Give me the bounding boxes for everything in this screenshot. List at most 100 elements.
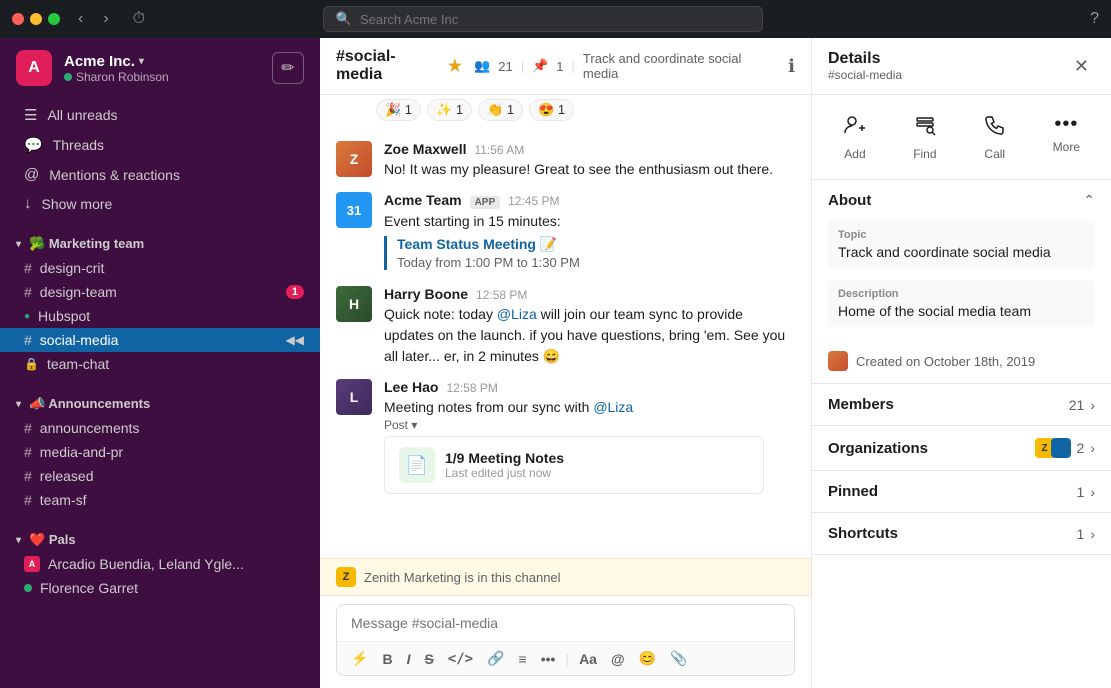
attachment-button[interactable]: 📎: [664, 646, 693, 671]
details-title: Details: [828, 50, 902, 68]
about-content: Topic Track and coordinate social media …: [812, 221, 1111, 351]
list-button[interactable]: ≡: [513, 647, 533, 671]
liza-mention[interactable]: @Liza: [497, 306, 537, 322]
sidebar-item-announcements[interactable]: # announcements: [0, 416, 320, 440]
created-text: Created on October 18th, 2019: [856, 354, 1035, 369]
pinned-right: 1 ›: [1077, 484, 1095, 500]
strikethrough-button[interactable]: S: [418, 647, 439, 671]
harry-message-text: Quick note: today @Liza will join our te…: [384, 304, 795, 367]
back-button[interactable]: ‹: [72, 8, 89, 30]
sidebar-item-released[interactable]: # released: [0, 464, 320, 488]
hash-icon: #: [24, 444, 32, 460]
members-label: Members: [828, 396, 894, 413]
description-value: Home of the social media team: [838, 303, 1085, 319]
add-action[interactable]: Add: [831, 107, 879, 167]
forward-button[interactable]: ›: [97, 8, 114, 30]
creator-avatar: [828, 351, 848, 371]
sidebar-item-all-unreads[interactable]: ☰ All unreads: [16, 102, 304, 128]
minimize-traffic-light[interactable]: [30, 13, 42, 25]
sidebar-section-pals: ▾ ❤️ Pals A Arcadio Buendia, Leland Ygle…: [0, 520, 320, 608]
find-action[interactable]: Find: [901, 107, 949, 167]
sidebar-item-mentions[interactable]: @ Mentions & reactions: [16, 162, 304, 187]
acme-avatar: 31: [336, 192, 372, 228]
organizations-label: Organizations: [828, 440, 928, 457]
lee-message-header: Lee Hao 12:58 PM: [384, 379, 795, 395]
sidebar-item-team-sf[interactable]: # team-sf: [0, 488, 320, 512]
sidebar-item-florence[interactable]: Florence Garret: [0, 576, 320, 600]
link-button[interactable]: 🔗: [481, 646, 510, 671]
workspace-name[interactable]: Acme Inc. ▾: [64, 53, 260, 70]
description-label: Description: [838, 288, 1085, 300]
main-content: A Acme Inc. ▾ Sharon Robinson ✏ ☰ All un…: [0, 38, 1111, 688]
add-label: Add: [844, 147, 865, 161]
pals-section-header[interactable]: ▾ ❤️ Pals: [0, 528, 320, 552]
sidebar: A Acme Inc. ▾ Sharon Robinson ✏ ☰ All un…: [0, 38, 320, 688]
organizations-row[interactable]: Organizations Z 2 ›: [812, 426, 1111, 471]
nav-buttons: ‹ ›: [72, 8, 115, 30]
history-button[interactable]: ⏱: [127, 8, 151, 30]
sidebar-item-hubspot[interactable]: ● Hubspot: [0, 304, 320, 328]
search-input[interactable]: [360, 12, 750, 27]
topic-value: Track and coordinate social media: [838, 244, 1085, 260]
shortcuts-chevron-icon: ›: [1090, 526, 1095, 542]
sidebar-item-media-and-pr[interactable]: # media-and-pr: [0, 440, 320, 464]
emoji-button[interactable]: 😊: [633, 646, 662, 671]
sidebar-item-arcadio[interactable]: A Arcadio Buendia, Leland Ygle...: [0, 552, 320, 576]
sidebar-section-announcements: ▾ 📣 Announcements # announcements # medi…: [0, 384, 320, 520]
marketing-section-header[interactable]: ▾ 🥦 Marketing team: [0, 232, 320, 256]
reaction-party[interactable]: 🎉 1: [376, 99, 421, 121]
details-close-button[interactable]: ✕: [1068, 54, 1095, 79]
liza-mention-2[interactable]: @Liza: [593, 399, 633, 415]
members-row[interactable]: Members 21 ›: [812, 384, 1111, 426]
meeting-link[interactable]: Team Status Meeting 📝: [397, 236, 795, 253]
call-action[interactable]: Call: [971, 107, 1019, 167]
sidebar-item-design-team[interactable]: # design-team 1: [0, 280, 320, 304]
reaction-heart-eyes[interactable]: 😍 1: [529, 99, 574, 121]
online-status-dot: [64, 73, 72, 81]
help-button[interactable]: ?: [1090, 10, 1099, 28]
reaction-clap[interactable]: 👏 1: [478, 99, 523, 121]
compose-button[interactable]: ✏: [272, 52, 304, 84]
about-section-header[interactable]: About ⌃: [812, 180, 1111, 221]
chat-header: #social-media ★ 👥 21 | 📌 1 | Track and c…: [320, 38, 811, 95]
sidebar-nav: ☰ All unreads 💬 Threads @ Mentions & rea…: [0, 98, 320, 224]
sidebar-item-team-chat[interactable]: 🔒 team-chat: [0, 352, 320, 376]
code-button[interactable]: </>: [442, 647, 479, 671]
topic-label: Topic: [838, 229, 1085, 241]
text-style-button[interactable]: Aa: [573, 647, 603, 671]
more-action[interactable]: ••• More: [1041, 107, 1092, 167]
italic-button[interactable]: I: [401, 647, 417, 671]
details-panel: Details #social-media ✕ Add: [811, 38, 1111, 688]
more-formatting-button[interactable]: •••: [535, 647, 562, 671]
reaction-sparkles[interactable]: ✨ 1: [427, 99, 472, 121]
lightning-button[interactable]: ⚡: [345, 646, 374, 671]
message-input[interactable]: [337, 605, 794, 641]
star-icon[interactable]: ★: [448, 56, 462, 76]
sidebar-section-marketing: ▾ 🥦 Marketing team # design-crit # desig…: [0, 224, 320, 384]
close-traffic-light[interactable]: [12, 13, 24, 25]
sidebar-item-threads[interactable]: 💬 Threads: [16, 132, 304, 158]
meeting-notes-attachment[interactable]: 📄 1/9 Meeting Notes Last edited just now: [384, 436, 764, 494]
bold-button[interactable]: B: [376, 647, 398, 671]
shortcuts-row[interactable]: Shortcuts 1 ›: [812, 513, 1111, 555]
announcements-section-header[interactable]: ▾ 📣 Announcements: [0, 392, 320, 416]
at-mention-button[interactable]: @: [605, 647, 631, 671]
search-bar[interactable]: 🔍: [323, 6, 763, 32]
find-label: Find: [913, 147, 936, 161]
pinned-row[interactable]: Pinned 1 ›: [812, 471, 1111, 513]
phone-icon: [983, 113, 1007, 143]
workspace-user: Sharon Robinson: [64, 70, 260, 84]
sidebar-item-social-media[interactable]: # social-media ◀◀: [0, 328, 320, 352]
sidebar-item-show-more[interactable]: ↓ Show more: [16, 191, 304, 216]
info-button[interactable]: ℹ: [788, 56, 795, 77]
organizations-chevron-icon: ›: [1090, 440, 1095, 456]
notification-bar: Z Zenith Marketing is in this channel: [320, 558, 811, 595]
workspace-info: Acme Inc. ▾ Sharon Robinson: [64, 53, 260, 84]
sidebar-item-design-crit[interactable]: # design-crit: [0, 256, 320, 280]
hash-icon: #: [24, 492, 32, 508]
shortcuts-right: 1 ›: [1077, 526, 1095, 542]
fullscreen-traffic-light[interactable]: [48, 13, 60, 25]
members-count: 21: [1069, 397, 1085, 413]
search-icon: 🔍: [336, 11, 352, 27]
lee-avatar: L: [336, 379, 372, 415]
